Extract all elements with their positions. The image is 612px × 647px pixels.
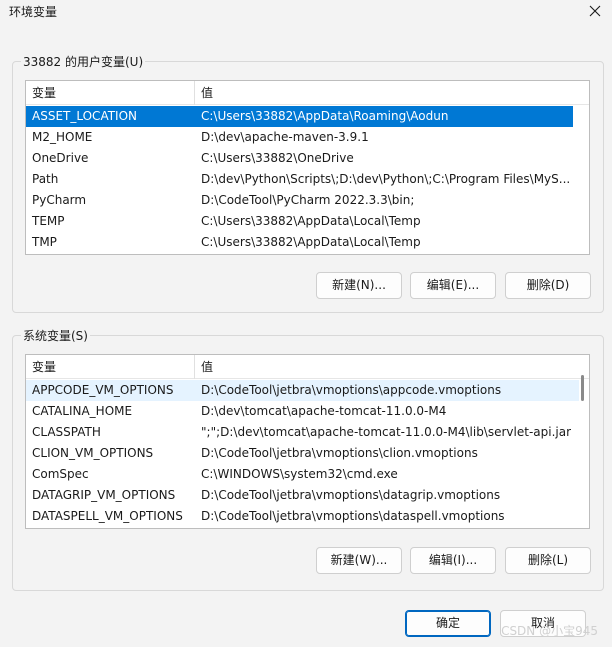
- table-row[interactable]: PyCharm D:\CodeTool\PyCharm 2022.3.3\bin;: [26, 190, 579, 211]
- table-row[interactable]: CLION_VM_OPTIONS D:\CodeTool\jetbra\vmopt…: [26, 443, 579, 464]
- variable-name: PyCharm: [32, 193, 87, 207]
- variable-name: ComSpec: [32, 467, 89, 481]
- table-row[interactable]: CLASSPATH ";";D:\dev\tomcat\apache-tomcat…: [26, 422, 579, 443]
- variable-name: TEMP: [32, 214, 65, 228]
- system-vars-header: 变量 值: [26, 355, 589, 379]
- close-icon[interactable]: [588, 4, 602, 18]
- variable-value: C:\Users\33882\OneDrive: [201, 151, 354, 165]
- column-header-name[interactable]: 变量: [26, 81, 194, 105]
- system-delete-button[interactable]: 删除(L): [505, 547, 591, 574]
- column-header-value[interactable]: 值: [195, 81, 575, 105]
- table-row[interactable]: OneDrive C:\Users\33882\OneDrive: [26, 148, 579, 169]
- table-row[interactable]: ASSET_LOCATION C:\Users\33882\AppData\Roa…: [26, 106, 573, 127]
- variable-name: APPCODE_VM_OPTIONS: [32, 383, 174, 397]
- user-vars-list[interactable]: 变量 值 ASSET_LOCATION C:\Users\33882\AppDat…: [25, 80, 590, 255]
- ok-button[interactable]: 确定: [405, 610, 491, 637]
- variable-value: C:\Users\33882\AppData\Local\Temp: [201, 214, 421, 228]
- variable-name: M2_HOME: [32, 130, 93, 144]
- system-vars-scrollbar[interactable]: [579, 375, 587, 525]
- variable-value: ";";D:\dev\tomcat\apache-tomcat-11.0.0-M…: [201, 425, 571, 439]
- variable-name: Path: [32, 172, 59, 186]
- table-row[interactable]: APPCODE_VM_OPTIONS D:\CodeTool\jetbra\vmo…: [26, 380, 579, 401]
- variable-value: D:\dev\apache-maven-3.9.1: [201, 130, 369, 144]
- variable-value: D:\dev\Python\Scripts\;D:\dev\Python\;C:…: [201, 172, 571, 186]
- table-row[interactable]: TEMP C:\Users\33882\AppData\Local\Temp: [26, 211, 579, 232]
- user-new-button[interactable]: 新建(N)...: [316, 272, 402, 299]
- system-new-button[interactable]: 新建(W)...: [316, 547, 402, 574]
- table-row[interactable]: TMP C:\Users\33882\AppData\Local\Temp: [26, 232, 579, 253]
- column-header-name[interactable]: 变量: [26, 355, 194, 379]
- variable-value: C:\Users\33882\AppData\Roaming\Aodun: [201, 109, 449, 123]
- variable-name: CLION_VM_OPTIONS: [32, 446, 154, 460]
- table-row[interactable]: Path D:\dev\Python\Scripts\;D:\dev\Python…: [26, 169, 579, 190]
- system-edit-button[interactable]: 编辑(I)...: [410, 547, 496, 574]
- table-row[interactable]: M2_HOME D:\dev\apache-maven-3.9.1: [26, 127, 579, 148]
- variable-name: CATALINA_HOME: [32, 404, 133, 418]
- variable-value: D:\dev\tomcat\apache-tomcat-11.0.0-M4: [201, 404, 447, 418]
- variable-name: TMP: [32, 235, 57, 249]
- variable-value: D:\CodeTool\jetbra\vmoptions\datagrip.vm…: [201, 488, 501, 502]
- variable-name: DATAGRIP_VM_OPTIONS: [32, 488, 176, 502]
- variable-name: DATASPELL_VM_OPTIONS: [32, 509, 183, 523]
- window-title: 环境变量: [9, 5, 58, 19]
- scrollbar-thumb[interactable]: [581, 375, 584, 401]
- variable-value: D:\CodeTool\jetbra\vmoptions\appcode.vmo…: [201, 383, 502, 397]
- variable-value: D:\CodeTool\jetbra\vmoptions\dataspell.v…: [201, 509, 505, 523]
- system-vars-label: 系统变量(S): [21, 327, 90, 344]
- table-row[interactable]: ComSpec C:\WINDOWS\system32\cmd.exe: [26, 464, 579, 485]
- user-vars-header: 变量 值: [26, 81, 589, 105]
- column-header-value[interactable]: 值: [195, 355, 575, 379]
- user-delete-button[interactable]: 删除(D): [505, 272, 591, 299]
- table-row[interactable]: DATAGRIP_VM_OPTIONS D:\CodeTool\jetbra\vm…: [26, 485, 579, 506]
- user-vars-label: 33882 的用户变量(U): [21, 53, 146, 70]
- variable-name: OneDrive: [32, 151, 89, 165]
- variable-value: C:\Users\33882\AppData\Local\Temp: [201, 235, 421, 249]
- user-edit-button[interactable]: 编辑(E)...: [410, 272, 496, 299]
- table-row[interactable]: CATALINA_HOME D:\dev\tomcat\apache-tomcat…: [26, 401, 579, 422]
- variable-value: D:\CodeTool\PyCharm 2022.3.3\bin;: [201, 193, 415, 207]
- system-vars-list[interactable]: 变量 值 APPCODE_VM_OPTIONS D:\CodeTool\jetbr…: [25, 354, 590, 529]
- watermark: CSDN @小宝945: [501, 624, 598, 638]
- variable-value: C:\WINDOWS\system32\cmd.exe: [201, 467, 398, 481]
- variable-name: CLASSPATH: [32, 425, 101, 439]
- variable-name: ASSET_LOCATION: [32, 109, 138, 123]
- table-row[interactable]: DATASPELL_VM_OPTIONS D:\CodeTool\jetbra\v…: [26, 506, 579, 527]
- variable-value: D:\CodeTool\jetbra\vmoptions\clion.vmopt…: [201, 446, 478, 460]
